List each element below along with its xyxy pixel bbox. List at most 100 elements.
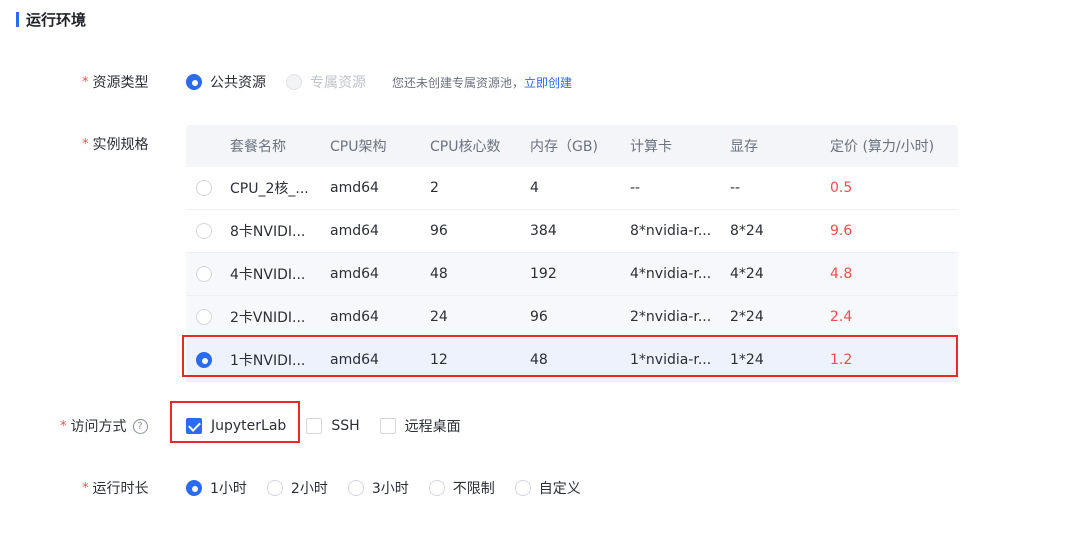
col-header-vram: 显存 bbox=[730, 139, 758, 155]
table-row-selected[interactable]: 1卡NVIDI... amd64 12 48 1*nvidia-r... 1*2… bbox=[186, 339, 958, 382]
radio-duration-2h[interactable]: 2小时 bbox=[266, 478, 328, 498]
access-method-checkbox-group: JupyterLab SSH 远程桌面 bbox=[186, 416, 481, 436]
required-asterisk: * bbox=[82, 480, 89, 496]
duration-label-row: * 运行时长 bbox=[82, 478, 149, 498]
cell-cores: 48 bbox=[430, 266, 448, 282]
cell-vram: 2*24 bbox=[730, 309, 764, 325]
cell-compute-card: 2*nvidia-r... bbox=[630, 309, 712, 325]
cell-package: 8卡NVIDI... bbox=[230, 224, 306, 240]
checkbox[interactable] bbox=[306, 418, 323, 434]
cell-cores: 12 bbox=[430, 352, 448, 368]
radio-button[interactable] bbox=[514, 480, 531, 496]
cell-memory: 192 bbox=[530, 266, 557, 282]
col-header-package: 套餐名称 bbox=[230, 139, 286, 155]
radio-button[interactable] bbox=[266, 480, 283, 496]
row-radio[interactable] bbox=[196, 180, 212, 196]
radio-duration-custom[interactable]: 自定义 bbox=[514, 478, 581, 498]
cell-price: 9.6 bbox=[830, 223, 853, 239]
instance-spec-label: 实例规格 bbox=[92, 137, 149, 153]
cell-cores: 24 bbox=[430, 309, 448, 325]
row-radio-cell bbox=[186, 352, 230, 368]
radio-label: 公共资源 bbox=[210, 75, 266, 91]
row-radio[interactable] bbox=[196, 266, 212, 282]
row-radio-cell bbox=[186, 266, 230, 282]
cell-price: 0.5 bbox=[830, 180, 853, 196]
radio-label: 1小时 bbox=[210, 481, 247, 497]
cell-price: 2.4 bbox=[830, 309, 853, 325]
row-radio-cell bbox=[186, 223, 230, 239]
cell-arch: amd64 bbox=[330, 180, 379, 196]
cell-package: 4卡NVIDI... bbox=[230, 267, 306, 283]
dedicated-pool-hint: 您还未创建专属资源池， bbox=[392, 75, 525, 90]
duration-label: 运行时长 bbox=[92, 481, 149, 497]
cell-vram: 4*24 bbox=[730, 266, 764, 282]
required-asterisk: * bbox=[82, 74, 89, 90]
cell-arch: amd64 bbox=[330, 352, 379, 368]
cell-memory: 96 bbox=[530, 309, 548, 325]
radio-button[interactable] bbox=[186, 480, 202, 496]
cell-arch: amd64 bbox=[330, 223, 379, 239]
section-header: 运行环境 bbox=[16, 9, 86, 30]
cell-compute-card: -- bbox=[630, 180, 641, 196]
access-method-label: 访问方式 bbox=[70, 419, 127, 435]
required-asterisk: * bbox=[82, 136, 89, 152]
col-header-memory: 内存（GB) bbox=[530, 139, 598, 155]
section-accent-bar bbox=[16, 12, 19, 27]
cell-cores: 2 bbox=[430, 180, 439, 196]
resource-type-label-row: * 资源类型 bbox=[82, 72, 149, 92]
row-radio[interactable] bbox=[196, 223, 212, 239]
cell-package: CPU_2核_... bbox=[230, 181, 309, 197]
create-now-link[interactable]: 立即创建 bbox=[524, 74, 572, 91]
cell-compute-card: 4*nvidia-r... bbox=[630, 266, 712, 282]
radio-duration-unlimited[interactable]: 不限制 bbox=[428, 478, 495, 498]
radio-button[interactable] bbox=[347, 480, 364, 496]
radio-label: 3小时 bbox=[371, 481, 409, 497]
cell-vram: 8*24 bbox=[730, 223, 764, 239]
radio-button-disabled bbox=[286, 74, 302, 90]
checkbox-label: JupyterLab bbox=[211, 418, 287, 434]
cell-arch: amd64 bbox=[330, 266, 379, 282]
radio-label: 专属资源 bbox=[310, 75, 366, 91]
table-row[interactable]: 2卡VNIDI... amd64 24 96 2*nvidia-r... 2*2… bbox=[186, 296, 958, 339]
radio-button[interactable] bbox=[186, 74, 202, 90]
radio-duration-1h[interactable]: 1小时 bbox=[186, 478, 247, 498]
checkbox[interactable] bbox=[379, 418, 396, 434]
access-method-label-row: * 访问方式 ? bbox=[60, 416, 148, 436]
row-radio-cell bbox=[186, 309, 230, 325]
row-radio[interactable] bbox=[196, 309, 212, 325]
col-header-cores: CPU核心数 bbox=[430, 139, 501, 155]
checkbox[interactable] bbox=[186, 418, 202, 434]
radio-label: 2小时 bbox=[290, 481, 328, 497]
cell-memory: 4 bbox=[530, 180, 539, 196]
table-row[interactable]: CPU_2核_... amd64 2 4 -- -- 0.5 bbox=[186, 167, 958, 210]
table-row[interactable]: 8卡NVIDI... amd64 96 384 8*nvidia-r... 8*… bbox=[186, 210, 958, 253]
row-radio-cell bbox=[186, 180, 230, 196]
radio-button[interactable] bbox=[428, 480, 445, 496]
checkbox-label: 远程桌面 bbox=[404, 419, 461, 435]
radio-public-resource[interactable]: 公共资源 bbox=[186, 72, 266, 92]
cell-memory: 48 bbox=[530, 352, 548, 368]
cell-memory: 384 bbox=[530, 223, 557, 239]
cell-price: 1.2 bbox=[830, 352, 853, 368]
question-circle-icon[interactable]: ? bbox=[132, 418, 148, 434]
col-header-arch: CPU架构 bbox=[330, 139, 387, 155]
checkbox-label: SSH bbox=[331, 418, 360, 434]
cell-arch: amd64 bbox=[330, 309, 379, 325]
checkbox-remote-desktop[interactable]: 远程桌面 bbox=[379, 416, 461, 436]
cell-compute-card: 8*nvidia-r... bbox=[630, 223, 712, 239]
row-radio[interactable] bbox=[196, 352, 212, 368]
required-asterisk: * bbox=[60, 418, 67, 434]
checkbox-jupyterlab[interactable]: JupyterLab bbox=[186, 418, 286, 434]
cell-vram: 1*24 bbox=[730, 352, 764, 368]
radio-duration-3h[interactable]: 3小时 bbox=[347, 478, 409, 498]
instance-spec-table: 套餐名称 CPU架构 CPU核心数 内存（GB) 计算卡 显存 定价 (算力/小… bbox=[186, 125, 958, 382]
col-header-compute-card: 计算卡 bbox=[630, 139, 672, 155]
resource-type-label: 资源类型 bbox=[92, 75, 149, 91]
instance-spec-label-row: * 实例规格 bbox=[82, 134, 149, 154]
radio-label: 自定义 bbox=[538, 481, 581, 497]
cell-cores: 96 bbox=[430, 223, 448, 239]
cell-vram: -- bbox=[730, 180, 741, 196]
checkbox-ssh[interactable]: SSH bbox=[306, 418, 360, 434]
table-row[interactable]: 4卡NVIDI... amd64 48 192 4*nvidia-r... 4*… bbox=[186, 253, 958, 296]
radio-dedicated-resource: 专属资源 bbox=[286, 72, 366, 92]
